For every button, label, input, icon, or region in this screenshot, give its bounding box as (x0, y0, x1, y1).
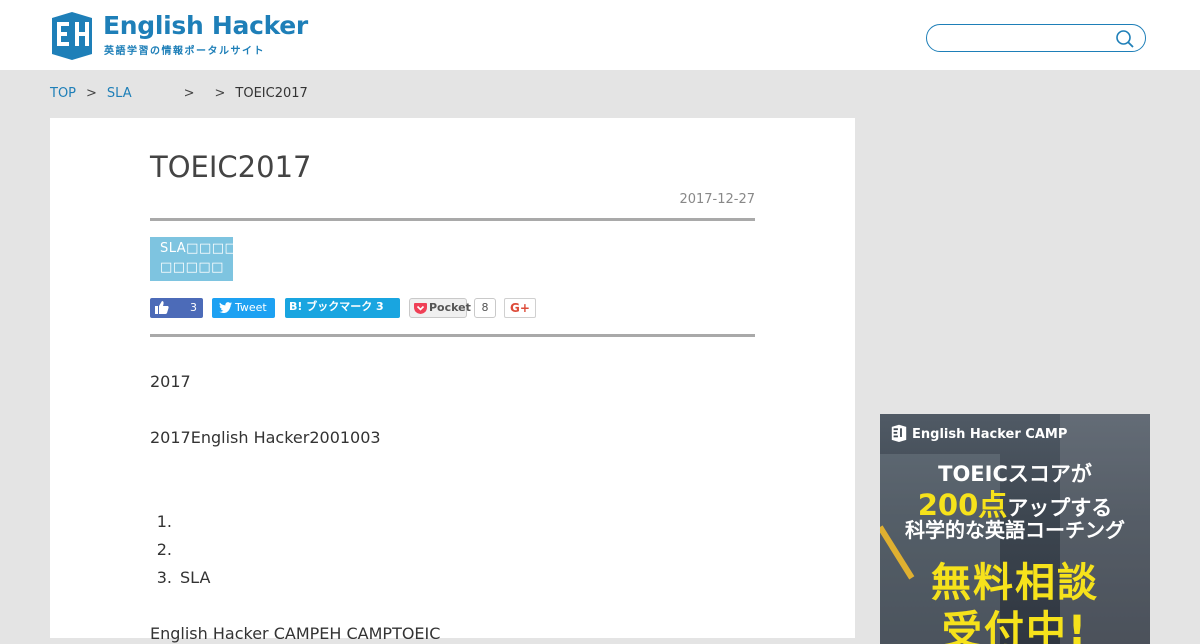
list-number: 2. (156, 540, 172, 559)
pocket-icon (414, 303, 427, 314)
tweet-label: Tweet (235, 301, 267, 314)
thumbs-up-icon (155, 301, 169, 314)
pocket-count: 8 (474, 298, 496, 318)
article-paragraph: English Hacker CAMPEH CAMPTOEIC (150, 624, 441, 643)
logo-mark-icon (52, 12, 92, 60)
search-input[interactable] (939, 28, 1109, 48)
hatena-bookmark-button[interactable]: B! ブックマーク 3 (285, 298, 400, 318)
banner-brand-text: English Hacker CAMP (912, 427, 1068, 442)
pocket-label: Pocket (429, 301, 471, 314)
breadcrumb-separator: > (86, 86, 97, 101)
breadcrumb-sla[interactable]: SLA (107, 86, 132, 101)
search-box[interactable] (926, 24, 1146, 52)
list-text: SLA (180, 568, 211, 587)
list-number: 1. (156, 512, 172, 531)
divider (150, 218, 755, 221)
list-item: 3. SLA (150, 568, 211, 596)
list-item: 2. (150, 540, 210, 568)
breadcrumb-separator: > (214, 86, 226, 101)
article-card: TOEIC2017 2017-12-27 SLA□□□□ □□□□□ 3 Twe… (50, 118, 855, 643)
list-item: 1. (150, 512, 210, 540)
hatena-bookmark-label: B! ブックマーク 3 (289, 300, 384, 313)
breadcrumb: TOP > SLA > > TOEIC2017 (50, 86, 308, 101)
google-plus-button[interactable]: G+ (504, 298, 536, 318)
logo-subtitle: 英語学習の情報ポータルサイト (104, 46, 265, 57)
article-title: TOEIC2017 (150, 150, 312, 184)
logo-mark-icon (891, 424, 907, 442)
breadcrumb-top[interactable]: TOP (50, 86, 76, 101)
logo-title: English Hacker (103, 11, 308, 40)
article-list: 1. 2. 3. SLA (150, 512, 211, 596)
camp-ad-banner[interactable]: English Hacker CAMP TOEICスコアが 200点アップする … (880, 414, 1150, 644)
category-tag[interactable]: SLA□□□□ □□□□□ (150, 237, 237, 281)
site-logo[interactable]: English Hacker 英語学習の情報ポータルサイト (50, 10, 308, 60)
breadcrumb-current: TOEIC2017 (235, 86, 308, 101)
banner-cta: 受付中! (941, 608, 1089, 644)
breadcrumb-separator: > (183, 86, 195, 101)
facebook-like-button[interactable]: 3 (150, 298, 203, 318)
search-icon[interactable] (1115, 29, 1135, 49)
banner-tagline: 科学的な英語コーチング (905, 518, 1125, 542)
divider (150, 334, 755, 337)
facebook-count: 3 (190, 301, 197, 314)
article-paragraph: 2017 (150, 372, 191, 391)
banner-brand: English Hacker CAMP (890, 424, 1067, 442)
list-number: 3. (156, 568, 172, 587)
article-date: 2017-12-27 (679, 192, 755, 207)
pocket-button[interactable]: Pocket (409, 298, 471, 318)
site-header: English Hacker 英語学習の情報ポータルサイト (0, 0, 1200, 70)
tweet-button[interactable]: Tweet (212, 298, 275, 318)
twitter-bird-icon (219, 302, 232, 313)
article-paragraph: 2017English Hacker2001003 (150, 428, 381, 447)
